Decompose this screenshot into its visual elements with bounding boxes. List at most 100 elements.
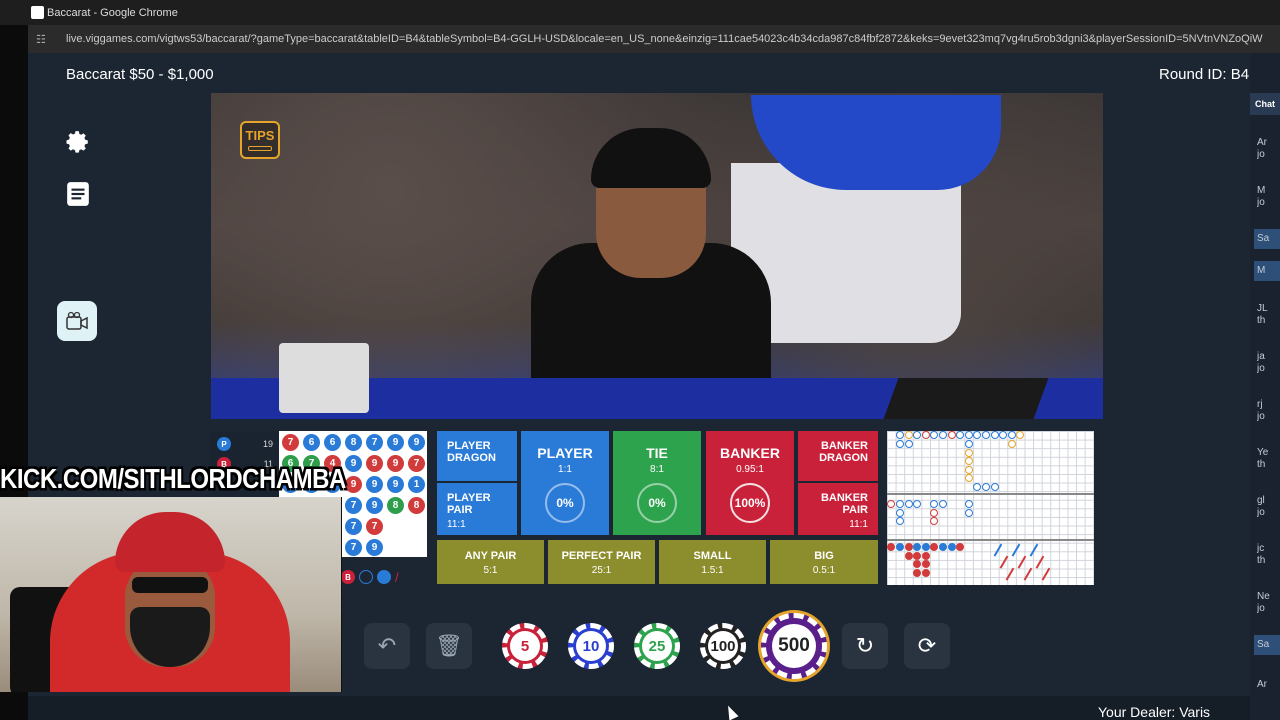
road-marker <box>1007 431 1016 440</box>
small-odds: 1.5:1 <box>701 565 724 576</box>
big-odds: 0.5:1 <box>812 565 836 576</box>
road-marker <box>904 439 913 448</box>
banker-predict-dot[interactable]: B <box>341 570 355 584</box>
browser-title-bar: Baccarat - Google Chrome <box>0 0 1280 25</box>
road-marker <box>895 431 904 440</box>
window-title: Baccarat - Google Chrome <box>47 6 178 19</box>
live-dealer-video: TIPS <box>211 93 1103 419</box>
repeat-icon: ↻ <box>855 633 875 658</box>
chat-message: JL th <box>1257 303 1268 326</box>
road-marker <box>947 543 956 552</box>
road-marker <box>887 543 896 552</box>
site-settings-icon[interactable]: ☷ <box>36 33 50 46</box>
undo-button[interactable]: ↶ <box>364 623 410 669</box>
table-title: Baccarat $50 - $1,000 <box>66 66 214 83</box>
road-marker <box>964 457 973 466</box>
perfect-pair-bet[interactable]: PERFECT PAIR 25:1 <box>548 540 655 584</box>
bead-road-result: 7 <box>366 518 383 535</box>
undo-icon: ↶ <box>377 633 397 658</box>
chat-message: M <box>1257 265 1266 276</box>
road-marker <box>964 474 973 483</box>
chip-100[interactable]: 100 <box>700 623 746 669</box>
card-shoe <box>279 343 369 413</box>
chat-message: jc th <box>1257 543 1266 566</box>
road-marker <box>904 431 913 440</box>
double-repeat-icon: ⟳ <box>917 633 937 658</box>
road-marker <box>921 543 930 552</box>
streamer-webcam <box>0 497 342 692</box>
bead-road-result: 7 <box>345 497 362 514</box>
road-marker <box>973 431 982 440</box>
double-rebet-button[interactable]: ⟳ <box>904 623 950 669</box>
kick-watermark: KICK.COM/SITHLORDCHAMBA <box>0 463 346 495</box>
any-pair-bet[interactable]: ANY PAIR 5:1 <box>437 540 544 584</box>
banker-pair-odds: 11:1 <box>849 519 868 530</box>
banker-bet[interactable]: BANKER 0.95:1 100% <box>706 431 794 535</box>
chip-500-selected[interactable]: 500 <box>761 613 827 679</box>
tips-bar-icon <box>248 146 272 151</box>
gear-icon[interactable] <box>65 129 91 160</box>
chip-25[interactable]: 25 <box>634 623 680 669</box>
chat-message: Sa <box>1257 233 1270 244</box>
chip-5[interactable]: 5 <box>502 623 548 669</box>
address-bar[interactable]: ☷ live.viggames.com/vigtws53/baccarat/?g… <box>28 25 1280 53</box>
perfect-pair-odds: 25:1 <box>591 565 612 576</box>
predict-slash-icon: / <box>395 569 399 585</box>
trash-icon: 🗑 <box>435 633 463 658</box>
player-dragon-bet[interactable]: PLAYER DRAGON <box>437 431 517 481</box>
road-marker <box>887 500 896 509</box>
chat-message: ja jo <box>1257 351 1265 374</box>
road-slash <box>1023 567 1032 581</box>
road-marker <box>938 500 947 509</box>
rebet-button[interactable]: ↻ <box>842 623 888 669</box>
banker-pair-bet[interactable]: BANKER PAIR 11:1 <box>798 483 878 535</box>
dealer-name: Your Dealer: Varis <box>1098 704 1211 720</box>
favicon-icon <box>31 6 44 19</box>
player-dragon-label: PLAYER DRAGON <box>447 440 496 464</box>
road-marker <box>990 482 999 491</box>
road-marker <box>895 517 904 526</box>
round-id-label: Round ID: <box>1159 66 1227 83</box>
document-icon[interactable] <box>65 181 91 212</box>
clear-bets-button[interactable]: 🗑 <box>426 623 472 669</box>
chat-message: Sa <box>1257 639 1270 650</box>
any-pair-label: ANY PAIR <box>464 550 517 562</box>
bead-road-result: 7 <box>408 455 425 472</box>
road-marker <box>990 431 999 440</box>
road-marker <box>921 568 930 577</box>
road-marker <box>956 543 965 552</box>
camera-icon[interactable] <box>57 301 97 341</box>
chip-10-label: 10 <box>576 631 606 661</box>
streamer-sunglasses <box>132 577 208 593</box>
big-bet[interactable]: BIG 0.5:1 <box>770 540 878 584</box>
tie-bet[interactable]: TIE 8:1 0% <box>613 431 701 535</box>
bead-road-result: 9 <box>345 455 362 472</box>
road-marker <box>904 543 913 552</box>
player-pair-bet[interactable]: PLAYER PAIR 11:1 <box>437 483 517 535</box>
bead-road-result: 7 <box>345 539 362 556</box>
chat-message: Ar jo <box>1257 137 1267 160</box>
chat-message: M jo <box>1257 185 1266 208</box>
road-marker <box>1016 431 1025 440</box>
road-slash <box>1029 543 1038 557</box>
road-marker <box>895 543 904 552</box>
road-marker <box>930 500 939 509</box>
road-marker <box>921 551 930 560</box>
player-bet[interactable]: PLAYER 1:1 0% <box>521 431 609 535</box>
chip-10[interactable]: 10 <box>568 623 614 669</box>
big-label: BIG <box>814 550 834 562</box>
url-text[interactable]: live.viggames.com/vigtws53/baccarat/?gam… <box>66 33 1266 45</box>
bead-road-result <box>408 518 425 535</box>
chat-message: Ar <box>1257 679 1267 690</box>
player-pair-odds: 11:1 <box>447 519 466 530</box>
road-marker <box>913 431 922 440</box>
chat-tab[interactable]: Chat <box>1250 93 1280 115</box>
small-bet[interactable]: SMALL 1.5:1 <box>659 540 766 584</box>
road-marker <box>947 431 956 440</box>
predict-ring-icon <box>359 570 373 584</box>
bead-road-result <box>387 539 404 556</box>
player-predict-dot[interactable] <box>377 570 391 584</box>
banker-dragon-bet[interactable]: BANKER DRAGON <box>798 431 878 481</box>
road-marker <box>964 500 973 509</box>
tips-button[interactable]: TIPS <box>240 121 280 159</box>
